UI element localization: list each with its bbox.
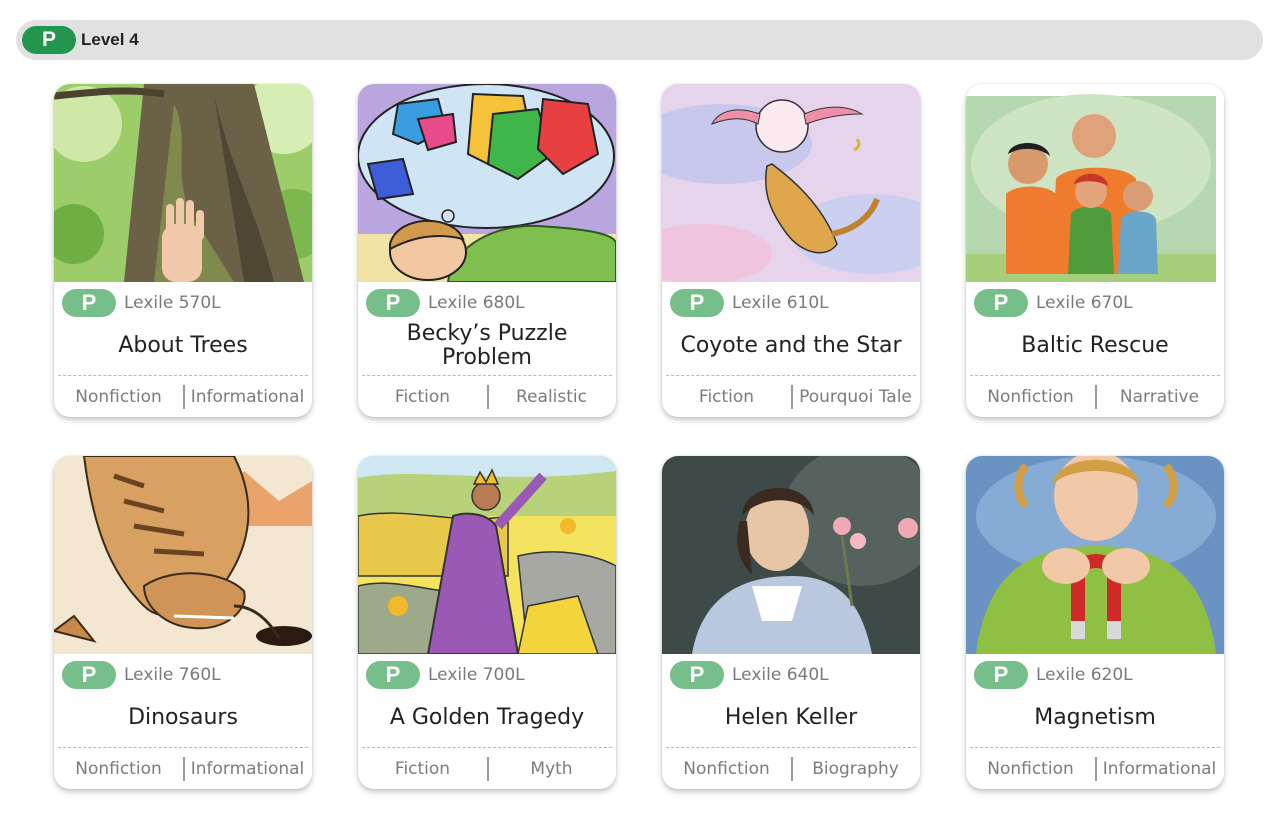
type-tag: Biography	[812, 759, 899, 779]
book-card-coyote-and-the-star[interactable]: P Lexile 610L Coyote and the Star Fictio…	[662, 84, 920, 417]
book-tags: Nonfiction Biography	[662, 756, 920, 782]
type-tag: Narrative	[1119, 387, 1200, 407]
book-card-helen-keller[interactable]: P Lexile 640L Helen Keller Nonfiction Bi…	[662, 456, 920, 789]
level-p-badge: P	[974, 661, 1028, 689]
genre-tag: Fiction	[394, 759, 451, 779]
lexile-level: Lexile 620L	[1036, 665, 1133, 685]
level-title: Level 4	[81, 30, 139, 49]
book-tags: Fiction Pourquoi Tale	[662, 384, 920, 410]
type-tag: Realistic	[516, 387, 587, 407]
genre-tag: Fiction	[698, 387, 755, 407]
book-title[interactable]: Magnetism	[972, 692, 1218, 744]
level-p-badge: P	[670, 289, 724, 317]
lexile-level: Lexile 640L	[732, 665, 829, 685]
level-p-badge: P	[670, 661, 724, 689]
book-tags: Nonfiction Informational	[54, 756, 312, 782]
level-p-badge: P	[62, 661, 116, 689]
book-card-dinosaurs[interactable]: P Lexile 760L Dinosaurs Nonfiction Infor…	[54, 456, 312, 789]
book-title[interactable]: Helen Keller	[668, 692, 914, 744]
genre-tag: Nonfiction	[75, 759, 162, 779]
genre-tag: Nonfiction	[683, 759, 770, 779]
dashed-divider	[666, 375, 916, 376]
book-title[interactable]: Dinosaurs	[60, 692, 306, 744]
level-header-bar: P Level 4	[16, 20, 1263, 60]
type-tag: Informational	[1102, 759, 1217, 779]
lexile-level: Lexile 570L	[124, 293, 221, 313]
lexile-level: Lexile 670L	[1036, 293, 1133, 313]
level-p-badge: P	[62, 289, 116, 317]
genre-tag: Nonfiction	[987, 387, 1074, 407]
book-cover-image[interactable]	[662, 456, 920, 654]
dashed-divider	[362, 747, 612, 748]
book-tags: Fiction Realistic	[358, 384, 616, 410]
type-tag: Myth	[530, 759, 573, 779]
book-title[interactable]: Becky’s Puzzle Problem	[364, 320, 610, 372]
type-tag: Informational	[190, 387, 305, 407]
dashed-divider	[58, 747, 308, 748]
level-p-badge: P	[974, 289, 1028, 317]
book-cover-image[interactable]	[54, 84, 312, 282]
book-cover-image[interactable]	[54, 456, 312, 654]
book-card-magnetism[interactable]: P Lexile 620L Magnetism Nonfiction Infor…	[966, 456, 1224, 789]
book-card-baltic-rescue[interactable]: P Lexile 670L Baltic Rescue Nonfiction N…	[966, 84, 1224, 417]
dashed-divider	[970, 747, 1220, 748]
lexile-level: Lexile 760L	[124, 665, 221, 685]
genre-tag: Fiction	[394, 387, 451, 407]
dashed-divider	[58, 375, 308, 376]
book-cover-image[interactable]	[966, 84, 1224, 282]
book-cover-image[interactable]	[662, 84, 920, 282]
lexile-level: Lexile 610L	[732, 293, 829, 313]
book-cover-image[interactable]	[966, 456, 1224, 654]
book-card-beckys-puzzle-problem[interactable]: P Lexile 680L Becky’s Puzzle Problem Fic…	[358, 84, 616, 417]
book-title[interactable]: About Trees	[60, 320, 306, 372]
book-title[interactable]: Coyote and the Star	[668, 320, 914, 372]
lexile-level: Lexile 680L	[428, 293, 525, 313]
book-cover-image[interactable]	[358, 84, 616, 282]
book-card-about-trees[interactable]: P Lexile 570L About Trees Nonfiction Inf…	[54, 84, 312, 417]
book-tags: Nonfiction Informational	[54, 384, 312, 410]
type-tag: Pourquoi Tale	[799, 387, 912, 407]
book-tags: Fiction Myth	[358, 756, 616, 782]
book-card-a-golden-tragedy[interactable]: P Lexile 700L A Golden Tragedy Fiction M…	[358, 456, 616, 789]
level-badge: P	[22, 26, 76, 54]
book-title[interactable]: Baltic Rescue	[972, 320, 1218, 372]
dashed-divider	[666, 747, 916, 748]
dashed-divider	[970, 375, 1220, 376]
dashed-divider	[362, 375, 612, 376]
level-p-badge: P	[366, 661, 420, 689]
book-tags: Nonfiction Informational	[966, 756, 1224, 782]
genre-tag: Nonfiction	[75, 387, 162, 407]
genre-tag: Nonfiction	[987, 759, 1074, 779]
lexile-level: Lexile 700L	[428, 665, 525, 685]
book-title[interactable]: A Golden Tragedy	[364, 692, 610, 744]
book-tags: Nonfiction Narrative	[966, 384, 1224, 410]
level-p-badge: P	[366, 289, 420, 317]
type-tag: Informational	[190, 759, 305, 779]
book-cover-image[interactable]	[358, 456, 616, 654]
